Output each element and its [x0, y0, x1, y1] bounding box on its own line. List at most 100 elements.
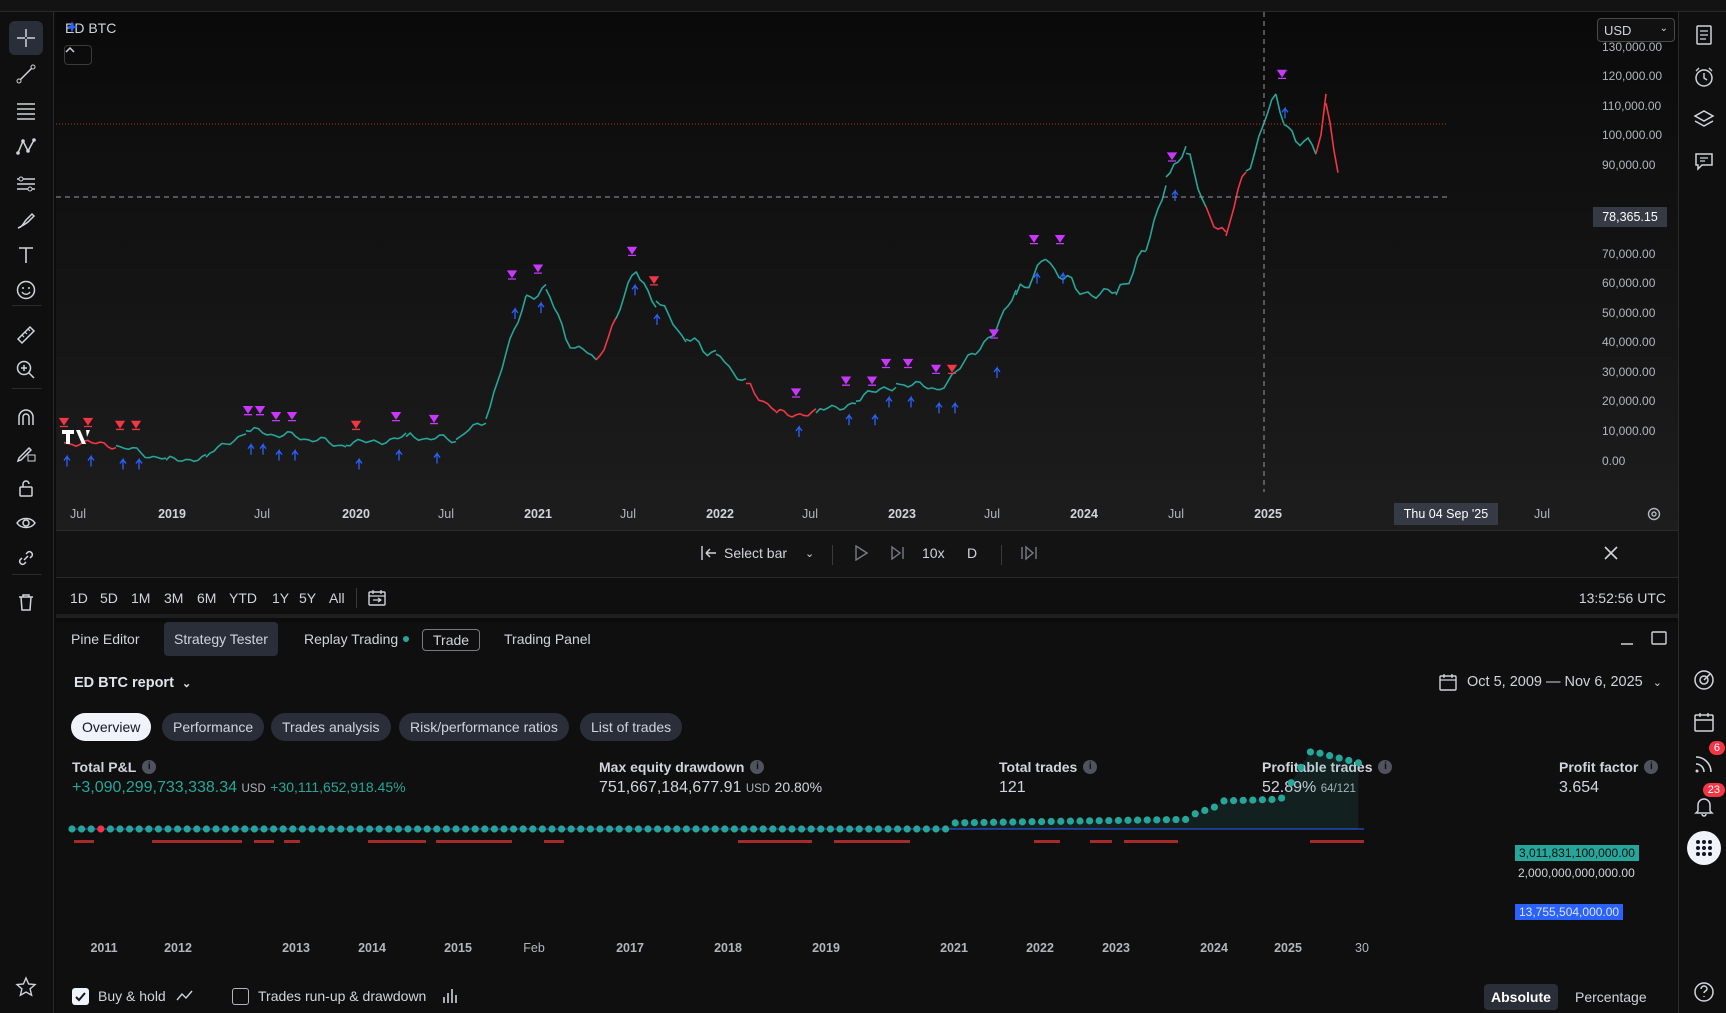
equity-point [337, 825, 345, 833]
watchlist-button[interactable] [1687, 18, 1721, 52]
pencil-lock-icon [16, 446, 36, 463]
close-replay-button[interactable] [1603, 545, 1619, 561]
utc-clock[interactable]: 13:52:56 UTC [1579, 590, 1666, 606]
ideas-button[interactable] [1687, 663, 1721, 697]
tab-replay-trading[interactable]: Replay Trading [294, 622, 419, 656]
range-1m[interactable]: 1M [131, 590, 150, 606]
equity-point [903, 825, 911, 833]
favorites-tool[interactable] [9, 970, 43, 1004]
notifications-button[interactable]: 23 [1687, 783, 1725, 823]
info-icon[interactable]: i [1644, 760, 1659, 774]
interval-button[interactable]: D [967, 545, 977, 561]
subtab-trades-analysis[interactable]: Trades analysis [271, 713, 391, 741]
range-5d[interactable]: 5D [100, 590, 118, 606]
equity-point [1114, 816, 1122, 825]
zoom-tool[interactable] [9, 353, 43, 387]
minimize-panel-button[interactable] [1619, 632, 1635, 651]
price-series-segment [775, 408, 817, 418]
range-all[interactable]: All [329, 590, 345, 606]
price-series-segment [1315, 93, 1327, 154]
report-selector[interactable]: ED BTC report ⌄ [74, 675, 191, 691]
crosshair-tool[interactable] [9, 21, 43, 55]
speed-button[interactable]: 10x [922, 545, 945, 561]
equity-point [490, 825, 498, 833]
equity-point [999, 818, 1007, 826]
tab-pine-editor[interactable]: Pine Editor [61, 622, 149, 656]
fib-retracement-tool[interactable] [9, 93, 43, 127]
equity-point [932, 825, 940, 833]
link-tool[interactable] [9, 541, 43, 575]
lock-drawings-tool[interactable] [9, 471, 43, 505]
maximize-panel-button[interactable] [1650, 630, 1668, 651]
equity-time-label: 2014 [358, 941, 386, 955]
range-1y[interactable]: 1Y [272, 590, 289, 606]
runup-drawdown-checkbox[interactable] [232, 988, 249, 1005]
drawdown-value: 751,667,184,677.91 [599, 779, 742, 796]
equity-point [682, 825, 691, 833]
alerts-button[interactable] [1687, 60, 1721, 94]
percentage-toggle[interactable]: Percentage [1568, 984, 1654, 1010]
help-button[interactable] [1687, 975, 1721, 1009]
price-chart-canvas[interactable] [56, 12, 1678, 530]
drawdown-bar [436, 840, 512, 843]
info-icon[interactable]: i [1378, 760, 1393, 774]
ruler-tool[interactable] [9, 318, 43, 352]
calendar-button[interactable] [1687, 705, 1721, 739]
price-label: 20,000.00 [1602, 394, 1656, 408]
magnet-tool[interactable] [9, 401, 43, 435]
object-tree-button[interactable] [1687, 102, 1721, 136]
pattern-tool[interactable] [9, 130, 43, 164]
collapse-legend-button[interactable] [64, 45, 92, 65]
news-feed-button[interactable]: 6 [1687, 741, 1725, 781]
hide-drawings-tool[interactable] [9, 506, 43, 540]
jump-to-realtime-button[interactable] [1020, 545, 1038, 561]
metric-label: Max equity drawdown [599, 759, 745, 775]
price-series-segment [295, 435, 347, 448]
drawdown-bar [254, 840, 274, 843]
trade-button[interactable]: Trade [422, 629, 481, 651]
tab-trading-panel[interactable]: Trading Panel [494, 622, 601, 656]
range-6m[interactable]: 6M [197, 590, 216, 606]
range-5y[interactable]: 5Y [299, 590, 316, 606]
play-button[interactable] [854, 545, 868, 561]
date-range-selector[interactable]: Oct 5, 2009 — Nov 6, 2025 ⌄ [1439, 673, 1662, 691]
step-forward-button[interactable] [890, 545, 906, 561]
text-tool[interactable] [9, 238, 43, 272]
forecasting-tool[interactable] [9, 167, 43, 201]
goto-date-button[interactable] [367, 588, 387, 613]
subtab-overview[interactable]: Overview [71, 713, 152, 741]
tab-strategy-tester[interactable]: Strategy Tester [164, 622, 278, 656]
price-series-segment [345, 432, 407, 447]
symbol-legend[interactable]: ED BTC [65, 20, 116, 36]
equity-point [183, 825, 191, 833]
remove-drawings-tool[interactable] [9, 585, 43, 619]
chats-button[interactable] [1687, 144, 1721, 178]
price-chart[interactable]: ED BTC USD ⌄ 130,000.00 120,000.00 110,0… [56, 12, 1678, 530]
speed-label: 10x [922, 545, 945, 561]
range-3m[interactable]: 3M [164, 590, 183, 606]
equity-point [1220, 797, 1228, 805]
buy-hold-checkbox[interactable] [72, 988, 89, 1005]
info-icon[interactable]: i [1083, 760, 1098, 774]
info-icon[interactable]: i [142, 760, 157, 774]
subtab-list-of-trades[interactable]: List of trades [580, 713, 683, 741]
text-icon [19, 247, 33, 263]
select-bar-button[interactable]: Select bar ⌄ [700, 545, 814, 561]
equity-time-label: 2021 [940, 941, 968, 955]
subtab-risk-performance[interactable]: Risk/performance ratios [399, 713, 569, 741]
trend-line-tool[interactable] [9, 57, 43, 91]
emoji-tool[interactable] [9, 273, 43, 307]
equity-time-label: 2018 [714, 941, 742, 955]
range-ytd[interactable]: YTD [229, 590, 257, 606]
range-1d[interactable]: 1D [70, 590, 88, 606]
price-label: 50,000.00 [1602, 306, 1656, 320]
brush-tool[interactable] [9, 203, 43, 237]
info-icon[interactable]: i [750, 760, 765, 774]
subtab-performance[interactable]: Performance [162, 713, 265, 741]
equity-time-label: 2011 [90, 941, 118, 955]
apps-menu-button[interactable] [1687, 831, 1721, 865]
absolute-toggle[interactable]: Absolute [1484, 984, 1558, 1010]
checkmark-icon [75, 992, 86, 1002]
currency-select[interactable]: USD ⌄ [1597, 18, 1675, 42]
keep-drawing-tool[interactable] [9, 436, 43, 470]
